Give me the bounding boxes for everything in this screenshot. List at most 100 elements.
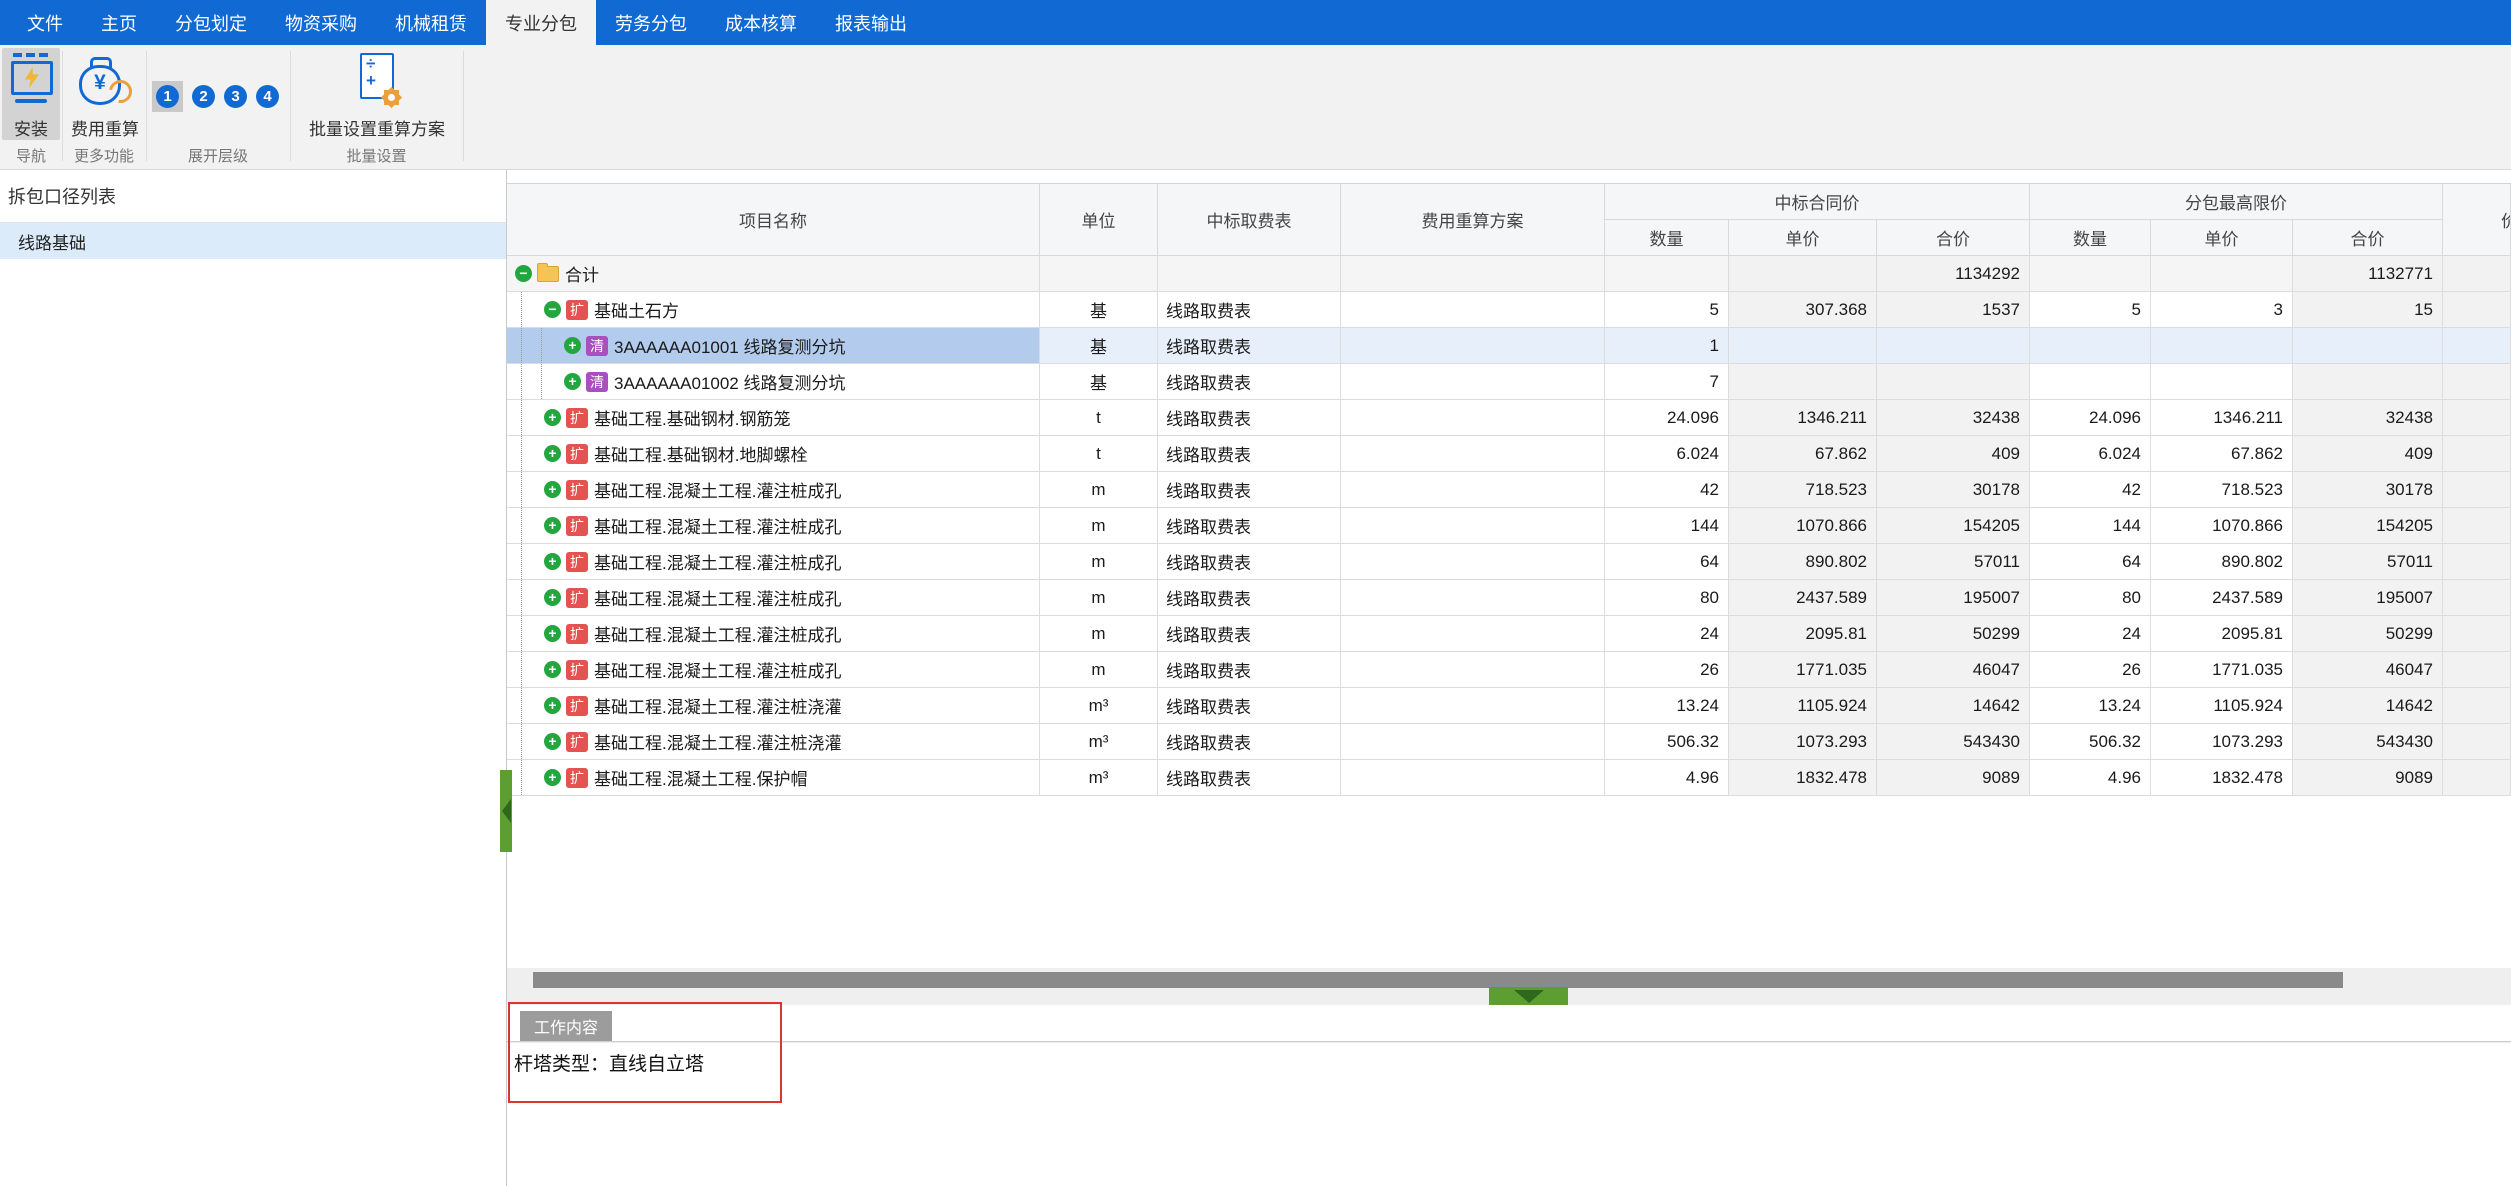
cell-bp[interactable]: 2095.81 [1729,616,1877,652]
cell-px[interactable] [2443,760,2511,796]
table-row[interactable]: +扩基础工程.混凝土工程.灌注桩成孔m线路取费表242095.815029924… [507,616,2511,652]
cell-fee[interactable]: 线路取费表 [1158,580,1341,616]
column-header-project-name[interactable]: 项目名称 [507,184,1040,256]
cell-bq[interactable]: 13.24 [1605,688,1729,724]
cell-bq[interactable]: 24.096 [1605,400,1729,436]
cell-sp[interactable]: 1346.211 [2151,400,2293,436]
cell-st[interactable]: 50299 [2293,616,2443,652]
cell-fee[interactable]: 线路取费表 [1158,652,1341,688]
cell-project-name[interactable]: +清3AAAAAA01001 线路复测分坑 [507,328,1040,364]
cell-st[interactable]: 57011 [2293,544,2443,580]
cell-sq[interactable]: 144 [2030,508,2151,544]
cell-bt[interactable]: 30178 [1877,472,2030,508]
cell-plan[interactable] [1341,544,1605,580]
cell-sp[interactable]: 890.802 [2151,544,2293,580]
cell-unit[interactable]: m [1040,616,1158,652]
tab-file[interactable]: 文件 [8,0,82,45]
cell-project-name[interactable]: +扩基础工程.混凝土工程.灌注桩浇灌 [507,688,1040,724]
table-row[interactable]: +扩基础工程.混凝土工程.灌注桩浇灌m³线路取费表13.241105.92414… [507,688,2511,724]
cell-fee[interactable]: 线路取费表 [1158,364,1341,400]
cell-plan[interactable] [1341,328,1605,364]
cell-bp[interactable]: 1070.866 [1729,508,1877,544]
table-row[interactable]: −合计11342921132771 [507,256,2511,292]
cell-bp[interactable]: 718.523 [1729,472,1877,508]
cell-fee[interactable]: 线路取费表 [1158,292,1341,328]
cell-sq[interactable]: 6.024 [2030,436,2151,472]
cell-px[interactable] [2443,292,2511,328]
tab-machine-rental[interactable]: 机械租赁 [376,0,486,45]
cell-bp[interactable]: 1832.478 [1729,760,1877,796]
expand-node-icon[interactable]: + [544,661,561,678]
column-group-subcontract-max-price[interactable]: 分包最高限价 [2030,184,2443,220]
table-row[interactable]: +清3AAAAAA01002 线路复测分坑基线路取费表7 [507,364,2511,400]
cell-px[interactable] [2443,616,2511,652]
cell-sp[interactable] [2151,364,2293,400]
tab-material-purchase[interactable]: 物资采购 [266,0,376,45]
cell-st[interactable]: 543430 [2293,724,2443,760]
cell-st[interactable]: 30178 [2293,472,2443,508]
table-row[interactable]: +扩基础工程.混凝土工程.灌注桩成孔m线路取费表42718.5233017842… [507,472,2511,508]
cell-sp[interactable]: 1073.293 [2151,724,2293,760]
cell-plan[interactable] [1341,256,1605,292]
expand-level-2-button[interactable]: 2 [192,85,215,108]
cell-sp[interactable]: 3 [2151,292,2293,328]
cell-bq[interactable] [1605,256,1729,292]
cell-project-name[interactable]: +扩基础工程.混凝土工程.灌注桩成孔 [507,508,1040,544]
expand-node-icon[interactable]: + [544,769,561,786]
cell-st[interactable]: 32438 [2293,400,2443,436]
cell-unit[interactable]: 基 [1040,328,1158,364]
cell-sp[interactable]: 1771.035 [2151,652,2293,688]
column-header-recalc-plan[interactable]: 费用重算方案 [1341,184,1605,256]
cell-project-name[interactable]: +扩基础工程.混凝土工程.灌注桩成孔 [507,544,1040,580]
cell-px[interactable] [2443,364,2511,400]
cell-plan[interactable] [1341,436,1605,472]
cell-plan[interactable] [1341,472,1605,508]
tab-cost-accounting[interactable]: 成本核算 [706,0,816,45]
cell-st[interactable]: 14642 [2293,688,2443,724]
cell-unit[interactable]: m [1040,472,1158,508]
column-header-bid-fee-table[interactable]: 中标取费表 [1158,184,1341,256]
batch-set-recalc-plan-button[interactable]: 批量设置重算方案 [292,48,462,140]
cell-plan[interactable] [1341,364,1605,400]
horizontal-splitter-collapse-handle[interactable] [1489,987,1568,1005]
cell-project-name[interactable]: +扩基础工程.混凝土工程.灌注桩浇灌 [507,724,1040,760]
cell-sq[interactable]: 26 [2030,652,2151,688]
cell-fee[interactable]: 线路取费表 [1158,760,1341,796]
expand-node-icon[interactable]: + [544,517,561,534]
cell-plan[interactable] [1341,688,1605,724]
cell-bt[interactable] [1877,364,2030,400]
cell-bt[interactable]: 543430 [1877,724,2030,760]
cell-fee[interactable]: 线路取费表 [1158,328,1341,364]
expand-node-icon[interactable]: + [544,481,561,498]
table-row[interactable]: +扩基础工程.混凝土工程.保护帽m³线路取费表4.961832.47890894… [507,760,2511,796]
cell-st[interactable] [2293,328,2443,364]
cell-sp[interactable]: 2095.81 [2151,616,2293,652]
cell-fee[interactable] [1158,256,1341,292]
cell-px[interactable] [2443,256,2511,292]
cell-unit[interactable]: 基 [1040,292,1158,328]
cell-fee[interactable]: 线路取费表 [1158,436,1341,472]
cell-px[interactable] [2443,328,2511,364]
cell-sq[interactable] [2030,328,2151,364]
cell-px[interactable] [2443,724,2511,760]
cell-sq[interactable]: 4.96 [2030,760,2151,796]
cell-st[interactable]: 15 [2293,292,2443,328]
tab-report-output[interactable]: 报表输出 [816,0,926,45]
table-row[interactable]: +扩基础工程.混凝土工程.灌注桩成孔m线路取费表64890.8025701164… [507,544,2511,580]
cell-sp[interactable]: 2437.589 [2151,580,2293,616]
cell-px[interactable] [2443,508,2511,544]
cell-st[interactable]: 195007 [2293,580,2443,616]
cell-px[interactable] [2443,436,2511,472]
horizontal-scrollbar-thumb[interactable] [533,972,2343,988]
cell-project-name[interactable]: +扩基础工程.混凝土工程.灌注桩成孔 [507,580,1040,616]
tab-home[interactable]: 主页 [82,0,156,45]
collapse-node-icon[interactable]: − [515,265,532,282]
cell-project-name[interactable]: −合计 [507,256,1040,292]
cell-px[interactable] [2443,400,2511,436]
cell-bt[interactable]: 1134292 [1877,256,2030,292]
cell-bq[interactable]: 6.024 [1605,436,1729,472]
install-button[interactable]: 安装 [2,48,60,140]
expand-node-icon[interactable]: + [544,445,561,462]
cell-px[interactable] [2443,472,2511,508]
cell-bt[interactable]: 46047 [1877,652,2030,688]
